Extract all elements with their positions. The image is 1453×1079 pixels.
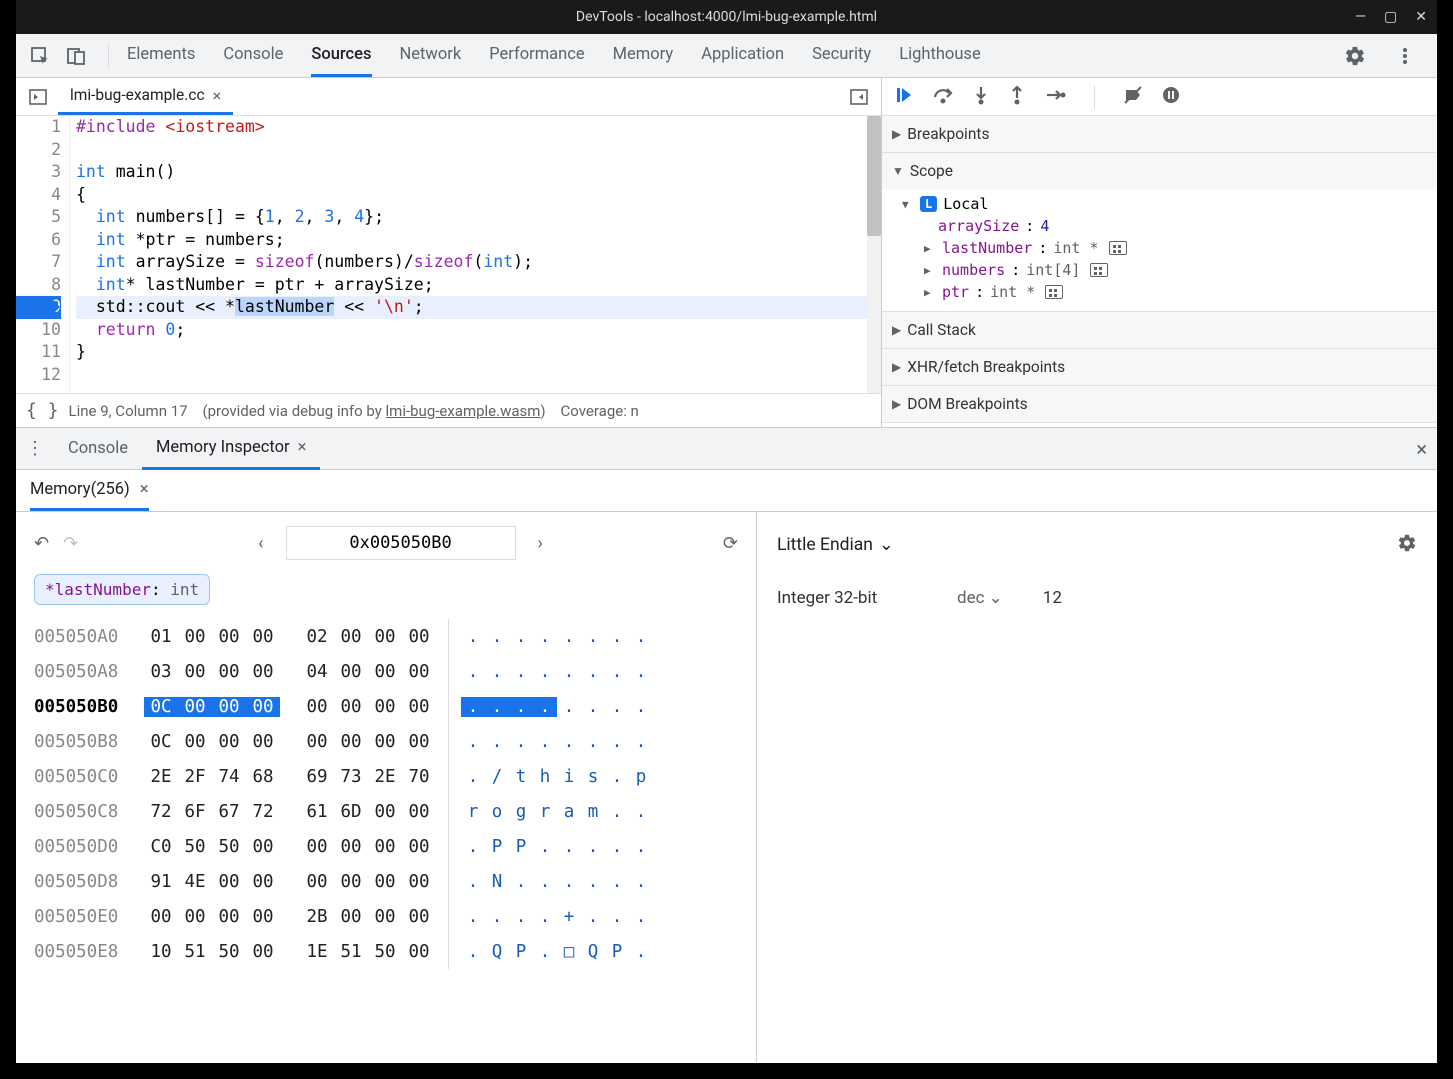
next-page-icon[interactable]: › [530, 533, 551, 554]
tab-performance[interactable]: Performance [489, 35, 584, 77]
var-ptr[interactable]: ▶ptr: int * [882, 281, 1437, 303]
tab-application[interactable]: Application [701, 35, 784, 77]
chevron-down-icon: ⌄ [879, 535, 894, 555]
inspect-element-icon[interactable] [26, 42, 54, 70]
resume-icon[interactable] [894, 85, 914, 109]
code-editor[interactable]: 123456789101112 #include <iostream> int … [16, 116, 881, 393]
value-format-select[interactable]: dec⌄ [957, 588, 1003, 608]
debug-toolbar [882, 78, 1437, 116]
scope-local[interactable]: ▼LLocal [882, 193, 1437, 215]
var-lastNumber[interactable]: ▶lastNumber: int * [882, 237, 1437, 259]
file-tab[interactable]: lmi-bug-example.cc × [58, 78, 233, 115]
tab-sources[interactable]: Sources [311, 35, 371, 77]
memory-icon[interactable] [1090, 263, 1108, 277]
tab-network[interactable]: Network [400, 35, 462, 77]
status-bar: { } Line 9, Column 17 (provided via debu… [16, 393, 881, 427]
refresh-icon[interactable]: ⟳ [723, 533, 738, 554]
tab-console[interactable]: Console [223, 35, 283, 77]
code-lines: #include <iostream> int main() { int num… [70, 116, 881, 393]
redo-icon[interactable]: ↷ [63, 533, 78, 554]
maximize-button[interactable]: ▢ [1384, 9, 1397, 25]
value-interpreter: Little Endian⌄ Integer 32-bit dec⌄ 12 [757, 512, 1437, 1063]
pause-exceptions-icon[interactable] [1161, 85, 1181, 109]
debugger-toggle-icon[interactable] [845, 83, 873, 111]
hex-grid[interactable]: 005050A00100000002000000........005050A8… [34, 619, 738, 969]
memory-tabs: Memory(256)× [16, 470, 1437, 512]
step-icon[interactable] [1044, 85, 1066, 109]
close-tab-icon[interactable]: × [298, 438, 307, 457]
drawer-tab-memory-inspector[interactable]: Memory Inspector× [142, 428, 321, 470]
coverage-label: Coverage: n [561, 402, 639, 420]
prev-page-icon[interactable]: ‹ [250, 533, 271, 554]
minimize-button[interactable]: — [1355, 9, 1366, 25]
settings-icon[interactable] [1341, 42, 1369, 70]
cursor-position: Line 9, Column 17 [69, 402, 188, 420]
tab-memory[interactable]: Memory [613, 35, 674, 77]
tab-elements[interactable]: Elements [127, 35, 195, 77]
close-file-icon[interactable]: × [213, 86, 222, 105]
scope-section[interactable]: ▼Scope [882, 153, 1437, 189]
close-memory-tab-icon[interactable]: × [140, 480, 149, 499]
step-into-icon[interactable] [972, 85, 990, 109]
window-title: DevTools - localhost:4000/lmi-bug-exampl… [576, 9, 877, 25]
endianness-select[interactable]: Little Endian⌄ [777, 535, 894, 555]
value-settings-icon[interactable] [1397, 533, 1417, 557]
dom-section[interactable]: ▶DOM Breakpoints [882, 386, 1437, 422]
step-over-icon[interactable] [932, 85, 954, 109]
panel-tabs: Elements Console Sources Network Perform… [127, 35, 1341, 77]
close-button[interactable]: ✕ [1415, 9, 1427, 25]
breakpoints-section[interactable]: ▶Breakpoints [882, 116, 1437, 152]
memory-tab[interactable]: Memory(256)× [30, 471, 149, 511]
value-type: Integer 32-bit [777, 588, 917, 608]
hex-viewer: ↶ ↷ ‹ › ⟳ *lastNumber: int 005050A001000… [16, 512, 757, 1063]
callstack-section[interactable]: ▶Call Stack [882, 312, 1437, 348]
tab-lighthouse[interactable]: Lighthouse [899, 35, 981, 77]
device-toggle-icon[interactable] [62, 42, 90, 70]
drawer-close-icon[interactable]: × [1416, 437, 1427, 461]
scrollbar[interactable] [867, 116, 881, 393]
navigator-toggle-icon[interactable] [24, 83, 52, 111]
debug-source-link[interactable]: lmi-bug-example.wasm [386, 402, 541, 420]
more-icon[interactable] [1391, 42, 1419, 70]
debugger-sidebar: ▶Breakpoints ▼Scope ▼LLocal arraySize: 4… [882, 78, 1437, 427]
undo-icon[interactable]: ↶ [34, 533, 49, 554]
tab-security[interactable]: Security [812, 35, 871, 77]
highlight-chip[interactable]: *lastNumber: int [34, 574, 210, 605]
value-display: 12 [1043, 588, 1062, 608]
var-arraySize[interactable]: arraySize: 4 [882, 215, 1437, 237]
xhr-section[interactable]: ▶XHR/fetch Breakpoints [882, 349, 1437, 385]
main-toolbar: Elements Console Sources Network Perform… [16, 34, 1437, 78]
sources-pane: lmi-bug-example.cc × 123456789101112 #in… [16, 78, 882, 427]
drawer-tabs: ⋮ Console Memory Inspector× × [16, 428, 1437, 470]
memory-icon[interactable] [1045, 285, 1063, 299]
titlebar: DevTools - localhost:4000/lmi-bug-exampl… [16, 0, 1437, 34]
memory-icon[interactable] [1109, 241, 1127, 255]
step-out-icon[interactable] [1008, 85, 1026, 109]
gutter[interactable]: 123456789101112 [16, 116, 70, 393]
pretty-print-icon[interactable]: { } [26, 400, 59, 421]
file-tab-label: lmi-bug-example.cc [70, 86, 205, 104]
deactivate-breakpoints-icon[interactable] [1123, 85, 1143, 109]
address-input[interactable] [286, 526, 516, 560]
chevron-down-icon: ⌄ [989, 588, 1003, 608]
drawer-tab-console[interactable]: Console [54, 429, 142, 468]
var-numbers[interactable]: ▶numbers: int[4] [882, 259, 1437, 281]
drawer-more-icon[interactable]: ⋮ [26, 438, 54, 459]
